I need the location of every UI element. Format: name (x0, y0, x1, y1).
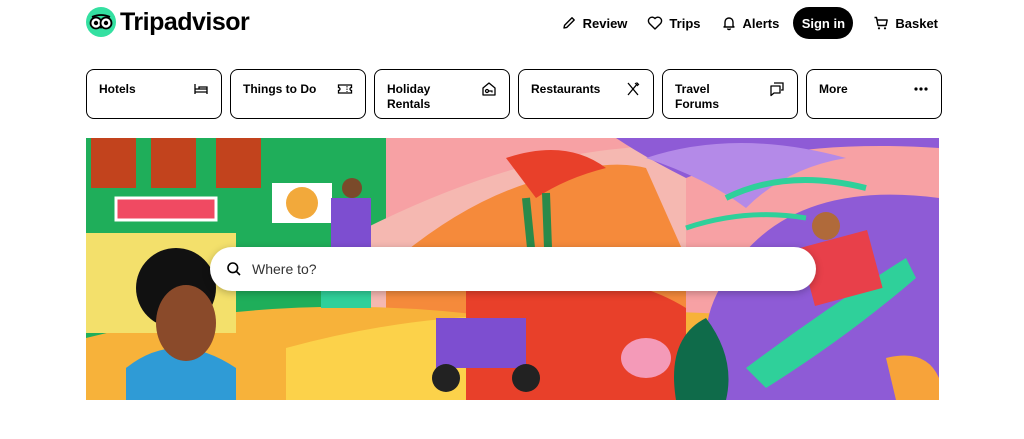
alerts-link[interactable]: Alerts (721, 15, 780, 31)
tripadvisor-logo[interactable]: Tripadvisor (86, 7, 250, 37)
trips-label: Trips (669, 15, 701, 31)
top-nav: Review Trips Alerts Sign in Basket (541, 7, 938, 39)
hero-banner (86, 138, 939, 400)
bed-icon (194, 84, 208, 94)
more-dots-icon (914, 87, 928, 91)
search-bar[interactable] (210, 247, 816, 291)
bell-icon (722, 17, 735, 31)
review-label: Review (582, 15, 628, 31)
basket-link[interactable]: Basket (873, 15, 938, 31)
ticket-icon (337, 84, 353, 94)
trips-link[interactable]: Trips (647, 15, 701, 31)
search-icon (227, 262, 241, 276)
owl-logo-icon (86, 7, 116, 37)
chat-bubbles-icon (770, 82, 784, 97)
category-label: Things to Do (243, 82, 317, 96)
category-label: Holiday Rentals (387, 82, 431, 111)
category-restaurants[interactable]: Restaurants (518, 69, 654, 119)
search-input[interactable] (252, 261, 772, 277)
category-label: Restaurants (531, 82, 601, 96)
category-label: Travel Forums (675, 82, 720, 111)
category-travel-forums[interactable]: Travel Forums (662, 69, 798, 119)
brand-name: Tripadvisor (120, 7, 250, 36)
category-things-to-do[interactable]: Things to Do (230, 69, 366, 119)
category-holiday-rentals[interactable]: Holiday Rentals (374, 69, 510, 119)
heart-icon (648, 16, 663, 30)
basket-label: Basket (895, 15, 938, 31)
alerts-label: Alerts (742, 15, 780, 31)
sign-in-button[interactable]: Sign in (793, 7, 854, 39)
review-link[interactable]: Review (561, 15, 628, 31)
category-hotels[interactable]: Hotels (86, 69, 222, 119)
category-more[interactable]: More (806, 69, 942, 119)
category-label: More (819, 82, 848, 96)
house-key-icon (482, 82, 496, 96)
header: Tripadvisor Review Trips Alerts Sign in … (0, 0, 1024, 46)
category-label: Hotels (99, 82, 136, 96)
cart-icon (874, 16, 889, 30)
pencil-icon (562, 17, 575, 29)
utensils-icon (627, 82, 640, 96)
category-nav: Hotels Things to Do Holiday Rentals Rest… (86, 69, 942, 119)
